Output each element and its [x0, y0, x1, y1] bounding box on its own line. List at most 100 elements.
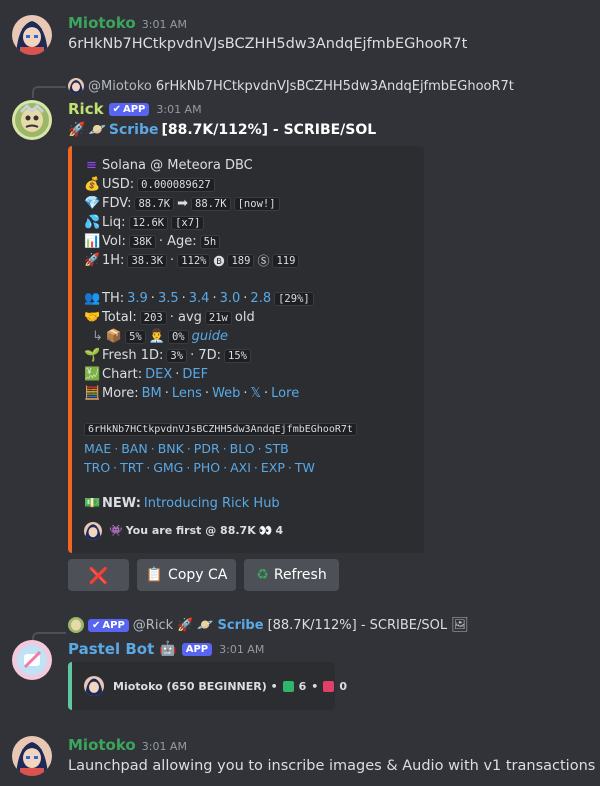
th-link[interactable]: 2.8: [250, 291, 271, 306]
fresh-1d: 3%: [166, 348, 188, 363]
avatar-miotoko[interactable]: [12, 736, 52, 776]
message-header: Miotoko 3:01 AM: [68, 14, 187, 32]
ghost-icon: 👾: [109, 524, 123, 537]
liq-mult: [x7]: [171, 215, 205, 230]
usd-line: 💰 USD: 0.000089627: [84, 175, 414, 194]
author-name[interactable]: Miotoko: [68, 14, 136, 32]
author-name[interactable]: Miotoko: [68, 736, 136, 754]
th-link[interactable]: 3.0: [220, 291, 241, 306]
bot-link[interactable]: EXP: [261, 460, 285, 475]
title-text: [88.7K/112%] - SCRIBE/SOL: [161, 122, 377, 138]
first-count: 4: [275, 524, 284, 537]
avatar-pastel-bot[interactable]: [12, 640, 52, 680]
bot-link[interactable]: AXI: [230, 460, 251, 475]
message-header: Miotoko 3:01 AM: [68, 736, 187, 754]
message-content: 6rHkNb7HCtkpvdnVJsBCZHH5dw3AndqEjfmbEGho…: [68, 36, 468, 52]
reply-mention[interactable]: @Miotoko: [88, 79, 152, 94]
sells-icon: Ⓢ: [257, 254, 270, 268]
lore-link[interactable]: Lore: [271, 386, 299, 401]
bot-link[interactable]: STB: [265, 441, 289, 456]
bot-link[interactable]: GMG: [153, 460, 183, 475]
old-label: old: [234, 310, 255, 325]
footer-avatar: [84, 521, 102, 540]
x-link[interactable]: 𝕏: [251, 386, 261, 401]
busts-icon: 👥: [84, 291, 101, 306]
bot-link[interactable]: TW: [295, 460, 315, 475]
seedling-icon: 🌱: [84, 348, 101, 363]
close-button[interactable]: ❌: [68, 559, 129, 591]
reply-mention[interactable]: @Rick: [133, 618, 173, 633]
th-link[interactable]: 3.9: [127, 291, 148, 306]
embed-text: Miotoko (650 BEGINNER) •: [113, 679, 278, 693]
buys-count: 189: [227, 253, 255, 268]
usd-value: 0.000089627: [137, 177, 215, 192]
bot-link[interactable]: BNK: [158, 441, 184, 456]
guide-link[interactable]: guide: [192, 329, 228, 344]
embed-avatar: [84, 676, 104, 696]
copy-ca-button[interactable]: 📋 Copy CA: [137, 559, 236, 591]
money-bag-icon: 💰: [84, 177, 101, 192]
th-label: TH:: [102, 291, 125, 306]
author-name[interactable]: Pastel Bot: [68, 640, 154, 658]
reply-reference[interactable]: @Miotoko 6rHkNb7HCtkpvdnVJsBCZHH5dw3Andq…: [68, 78, 514, 94]
avg-label: · avg: [169, 310, 202, 325]
fdv-now: [now!]: [233, 196, 280, 211]
droplets-icon: 💦: [84, 215, 101, 230]
new-line: 💵 NEW: Introducing Rick Hub: [84, 494, 414, 513]
def-link[interactable]: DEF: [182, 367, 208, 382]
rocket-icon: 🚀: [177, 617, 194, 633]
bot-link[interactable]: TRT: [120, 460, 143, 475]
package-icon: 📦: [105, 329, 123, 344]
bot-link[interactable]: PDR: [194, 441, 220, 456]
app-badge: ✔ APP: [88, 618, 129, 632]
contract-address[interactable]: 6rHkNb7HCtkpvdnVJsBCZHH5dw3AndqEjfmbEGho…: [84, 423, 357, 436]
app-badge: ✔ APP: [108, 102, 150, 116]
pastel-embed-content: Miotoko (650 BEGINNER) • 6 • 0: [84, 676, 347, 696]
robot-icon: 🤖: [159, 641, 177, 657]
chart-line: 💹 Chart: DEX · DEF: [84, 367, 209, 382]
message-content: Launchpad allowing you to inscribe image…: [68, 758, 596, 774]
bot-link[interactable]: BLO: [230, 441, 255, 456]
lens-link[interactable]: Lens: [172, 386, 202, 401]
refresh-button[interactable]: ♻ Refresh: [244, 559, 339, 591]
total-label: Total:: [102, 310, 137, 325]
sub-arrow-icon: ↳: [92, 329, 103, 344]
bot-link[interactable]: PHO: [193, 460, 220, 475]
bm-link[interactable]: BM: [142, 386, 162, 401]
bar-chart-icon: 📊: [84, 234, 101, 249]
avatar-rick[interactable]: [12, 100, 52, 140]
reply-link[interactable]: Scribe: [218, 618, 264, 633]
author-name[interactable]: Rick: [68, 100, 104, 118]
sub-pct-1: 5%: [125, 329, 146, 344]
fresh-7d: 15%: [224, 348, 251, 363]
age-label: · Age:: [158, 234, 197, 249]
ca-line: 6rHkNb7HCtkpvdnVJsBCZHH5dw3AndqEjfmbEGho…: [84, 420, 414, 439]
liq-label: Liq:: [102, 215, 126, 230]
office-worker-icon: 👨‍💼: [148, 329, 165, 344]
th-total: [29%]: [274, 291, 314, 306]
dex-link[interactable]: DEX: [145, 367, 172, 382]
message-header: Pastel Bot 🤖 APP 3:01 AM: [68, 640, 264, 658]
liq-value: 12.6K: [128, 215, 169, 230]
bot-link[interactable]: TRO: [84, 460, 110, 475]
th-link[interactable]: 3.5: [158, 291, 179, 306]
avatar-miotoko[interactable]: [12, 15, 52, 55]
arrow-right-icon: ➡: [177, 196, 188, 211]
web-link[interactable]: Web: [212, 386, 240, 401]
total-line: 🤝 Total: 203 · avg 21w old: [84, 308, 414, 327]
title-link[interactable]: Scribe: [109, 122, 159, 138]
bot-link[interactable]: MAE: [84, 441, 111, 456]
total-value: 203: [139, 310, 167, 325]
rick-hub-link[interactable]: Introducing Rick Hub: [144, 496, 280, 511]
timestamp: 3:01 AM: [141, 18, 187, 31]
th-link[interactable]: 3.4: [189, 291, 210, 306]
age-value: 5h: [199, 234, 221, 249]
clipboard-icon: 📋: [145, 567, 164, 583]
embed-body: ≡ Solana @ Meteora DBC 💰 USD: 0.000089627 💎…: [84, 156, 414, 540]
fresh-7d-label: · 7D:: [190, 348, 221, 363]
bot-link[interactable]: BAN: [121, 441, 147, 456]
reply-reference[interactable]: ✔ APP @Rick 🚀 🪐 Scribe [88.7K/112%] - SCRI…: [68, 617, 469, 633]
reply-text: 6rHkNb7HCtkpvdnVJsBCZHH5dw3AndqEjfmbEGho…: [155, 78, 514, 94]
red-count: 0: [339, 679, 347, 693]
